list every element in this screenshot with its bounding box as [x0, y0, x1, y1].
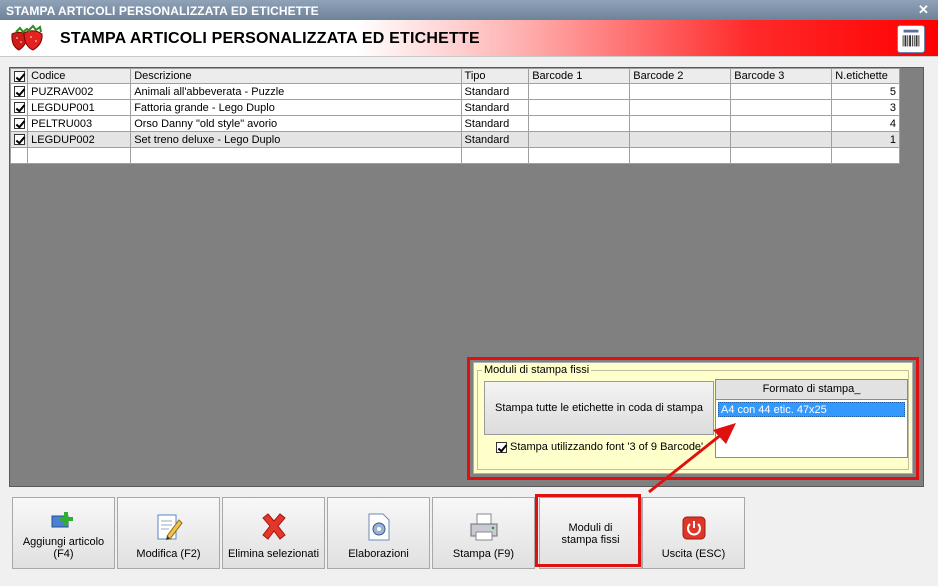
power-icon — [682, 516, 705, 540]
cell-descrizione[interactable]: Orso Danny "old style" avorio — [130, 115, 462, 132]
edit-icon — [157, 514, 183, 540]
cell-barcode3[interactable] — [730, 131, 833, 148]
header-banner: STAMPA ARTICOLI PERSONALIZZATA ED ETICHE… — [0, 20, 938, 57]
cell-barcode3[interactable] — [730, 83, 833, 100]
window-title: STAMPA ARTICOLI PERSONALIZZATA ED ETICHE… — [6, 4, 319, 18]
annotation-highlight-button — [535, 494, 641, 567]
edit-label: Modifica (F2) — [136, 548, 201, 560]
print-all-labels-label: Stampa tutte le etichette in coda di sta… — [495, 402, 703, 414]
column-header[interactable]: Codice — [27, 68, 132, 84]
cell-barcode1[interactable] — [528, 115, 631, 132]
printer-icon — [470, 513, 497, 541]
window-titlebar: STAMPA ARTICOLI PERSONALIZZATA ED ETICHE… — [0, 0, 938, 20]
row-checkbox[interactable] — [9, 83, 29, 100]
strawberries-icon — [11, 24, 43, 51]
delete-selected-button[interactable]: Elimina selezionati — [222, 497, 325, 569]
new-row-cell[interactable] — [130, 147, 462, 164]
cell-descrizione[interactable]: Set treno deluxe - Lego Duplo — [130, 131, 462, 148]
cell-barcode1[interactable] — [528, 99, 631, 116]
add-article-button[interactable]: Aggiungi articolo (F4) — [12, 497, 115, 569]
processing-label: Elaborazioni — [348, 548, 409, 560]
row-checkbox[interactable] — [9, 131, 29, 148]
column-header[interactable]: Barcode 1 — [528, 68, 631, 84]
table-row[interactable]: LEGDUP001 Fattoria grande - Lego Duplo S… — [9, 99, 900, 116]
edit-button[interactable]: Modifica (F2) — [117, 497, 220, 569]
column-header[interactable]: Tipo — [460, 68, 530, 84]
select-all-checkbox[interactable] — [9, 68, 29, 84]
cell-barcode2[interactable] — [629, 83, 732, 100]
cell-codice[interactable]: PELTRU003 — [27, 115, 132, 132]
cell-barcode2[interactable] — [629, 99, 732, 116]
cell-tipo[interactable]: Standard — [460, 99, 530, 116]
row-checkbox[interactable] — [9, 99, 29, 116]
page-title: STAMPA ARTICOLI PERSONALIZZATA ED ETICHE… — [60, 30, 480, 47]
cell-descrizione[interactable]: Animali all'abbeverata - Puzzle — [130, 83, 462, 100]
new-row-cell[interactable] — [629, 147, 732, 164]
cell-codice[interactable]: LEGDUP001 — [27, 99, 132, 116]
exit-button[interactable]: Uscita (ESC) — [642, 497, 745, 569]
column-header[interactable]: Barcode 3 — [730, 68, 833, 84]
processing-icon — [368, 513, 389, 541]
formato-item-selected[interactable]: A4 con 44 etic. 47x25 — [718, 402, 905, 417]
barcode-font-label: Stampa utilizzando font '3 of 9 Barcode' — [510, 441, 704, 453]
cell-barcode1[interactable] — [528, 131, 631, 148]
cell-n-etichette[interactable]: 3 — [831, 99, 900, 116]
add-article-label: Aggiungi articolo (F4) — [22, 536, 105, 560]
cell-barcode3[interactable] — [730, 99, 833, 116]
cell-barcode3[interactable] — [730, 115, 833, 132]
print-label: Stampa (F9) — [452, 548, 515, 560]
moduli-panel: Moduli di stampa fissi Stampa tutte le e… — [473, 362, 913, 474]
cell-barcode1[interactable] — [528, 83, 631, 100]
cell-codice[interactable]: PUZRAV002 — [27, 83, 132, 100]
articles-table: Codice Descrizione Tipo Barcode 1 Barcod… — [9, 68, 900, 164]
table-new-row[interactable] — [9, 147, 900, 164]
cell-n-etichette[interactable]: 1 — [831, 131, 900, 148]
cell-n-etichette[interactable]: 4 — [831, 115, 900, 132]
formato-stampa-list[interactable]: Formato di stampa_ A4 con 44 etic. 47x25 — [715, 379, 908, 458]
new-row-cell[interactable] — [9, 147, 29, 164]
checkbox-checked-icon[interactable] — [496, 441, 507, 453]
cell-descrizione[interactable]: Fattoria grande - Lego Duplo — [130, 99, 462, 116]
formato-header[interactable]: Formato di stampa_ — [716, 380, 907, 400]
bottom-toolbar: Aggiungi articolo (F4) Modifica (F2) Eli… — [9, 494, 929, 572]
add-icon — [51, 512, 73, 528]
print-button[interactable]: Stampa (F9) — [432, 497, 535, 569]
table-row[interactable]: PUZRAV002 Animali all'abbeverata - Puzzl… — [9, 83, 900, 100]
exit-label: Uscita (ESC) — [661, 548, 726, 560]
cell-tipo[interactable]: Standard — [460, 83, 530, 100]
cell-codice[interactable]: LEGDUP002 — [27, 131, 132, 148]
cell-tipo[interactable]: Standard — [460, 131, 530, 148]
new-row-cell[interactable] — [460, 147, 530, 164]
delete-selected-label: Elimina selezionati — [227, 548, 320, 560]
row-checkbox[interactable] — [9, 115, 29, 132]
delete-icon — [261, 513, 286, 540]
cell-barcode2[interactable] — [629, 115, 732, 132]
new-row-cell[interactable] — [831, 147, 900, 164]
processing-button[interactable]: Elaborazioni — [327, 497, 430, 569]
barcode-icon — [897, 25, 925, 53]
table-row[interactable]: PELTRU003 Orso Danny "old style" avorio … — [9, 115, 900, 132]
moduli-legend: Moduli di stampa fissi — [482, 364, 592, 376]
new-row-cell[interactable] — [730, 147, 833, 164]
close-icon[interactable]: ✕ — [918, 2, 929, 18]
cell-tipo[interactable]: Standard — [460, 115, 530, 132]
new-row-cell[interactable] — [528, 147, 631, 164]
table-row[interactable]: LEGDUP002 Set treno deluxe - Lego Duplo … — [9, 131, 900, 148]
column-header[interactable]: N.etichette — [831, 68, 900, 84]
table-header-row: Codice Descrizione Tipo Barcode 1 Barcod… — [9, 68, 900, 84]
new-row-cell[interactable] — [27, 147, 132, 164]
column-header[interactable]: Barcode 2 — [629, 68, 732, 84]
cell-barcode2[interactable] — [629, 131, 732, 148]
column-header[interactable]: Descrizione — [130, 68, 462, 84]
barcode-font-checkbox[interactable]: Stampa utilizzando font '3 of 9 Barcode' — [496, 441, 703, 453]
cell-n-etichette[interactable]: 5 — [831, 83, 900, 100]
print-all-labels-button[interactable]: Stampa tutte le etichette in coda di sta… — [484, 381, 714, 435]
